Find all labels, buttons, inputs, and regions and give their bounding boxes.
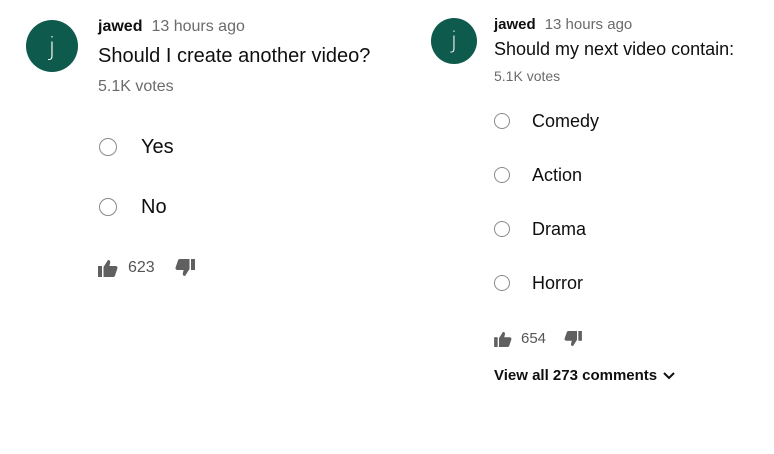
chevron-down-icon — [663, 371, 675, 379]
like-count: 623 — [128, 259, 155, 276]
thumbs-down-icon — [564, 330, 582, 346]
post-content: jawed 13 hours ago Should I create anoth… — [98, 18, 370, 277]
post-meta: jawed 13 hours ago — [494, 16, 734, 33]
poll-option-drama[interactable]: Drama — [494, 202, 734, 256]
post-actions: 654 — [494, 330, 734, 347]
poll-options: Comedy Action Drama Horror — [494, 94, 734, 310]
radio-button[interactable] — [494, 167, 510, 183]
author-name[interactable]: jawed — [494, 16, 536, 33]
post-actions: 623 — [98, 259, 370, 277]
avatar[interactable]: j — [431, 18, 477, 64]
view-comments-label: View all 273 comments — [494, 367, 658, 384]
post-time[interactable]: 13 hours ago — [151, 18, 244, 36]
poll-option-label: Yes — [141, 135, 174, 158]
poll-option-label: Horror — [532, 272, 584, 293]
dislike-button[interactable] — [175, 259, 195, 277]
poll-option-action[interactable]: Action — [494, 148, 734, 202]
like-button[interactable] — [98, 259, 118, 277]
poll-option-label: No — [141, 195, 167, 218]
vote-count: 5.1K votes — [98, 78, 174, 95]
poll-option-horror[interactable]: Horror — [494, 256, 734, 310]
thumbs-up-icon — [494, 331, 512, 347]
thumbs-down-icon — [175, 259, 195, 276]
post-time[interactable]: 13 hours ago — [545, 16, 633, 33]
radio-button[interactable] — [99, 198, 117, 216]
poll-option-yes[interactable]: Yes — [99, 117, 370, 177]
author-name[interactable]: jawed — [98, 18, 142, 36]
avatar-letter: j — [48, 31, 56, 61]
like-button[interactable] — [494, 331, 512, 347]
avatar-letter: j — [450, 28, 458, 54]
dislike-button[interactable] — [564, 330, 582, 347]
poll-question: Should I create another video? — [98, 45, 371, 67]
like-count: 654 — [521, 330, 547, 347]
thumbs-up-icon — [98, 260, 118, 277]
avatar[interactable]: j — [26, 20, 78, 72]
poll-option-label: Action — [532, 164, 583, 185]
poll-question: Should my next video contain: — [494, 39, 735, 59]
post-content: jawed 13 hours ago Should my next video … — [494, 16, 734, 384]
radio-button[interactable] — [494, 221, 510, 237]
post-meta: jawed 13 hours ago — [98, 18, 370, 36]
vote-count: 5.1K votes — [494, 68, 561, 84]
view-comments-button[interactable]: View all 273 comments — [494, 367, 734, 384]
poll-option-no[interactable]: No — [99, 177, 370, 237]
radio-button[interactable] — [494, 275, 510, 291]
poll-options: Yes No — [98, 117, 370, 237]
radio-button[interactable] — [494, 113, 510, 129]
poll-option-label: Comedy — [532, 110, 600, 131]
poll-option-label: Drama — [532, 218, 587, 239]
radio-button[interactable] — [99, 138, 117, 156]
poll-option-comedy[interactable]: Comedy — [494, 94, 734, 148]
